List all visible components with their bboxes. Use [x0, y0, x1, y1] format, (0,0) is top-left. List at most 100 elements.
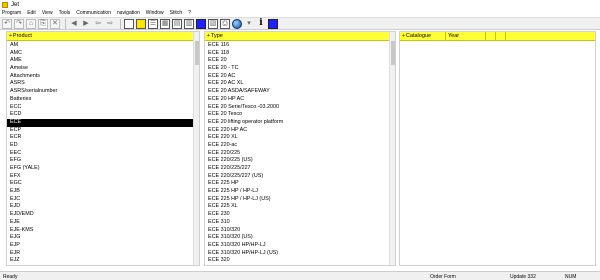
- product-list-item[interactable]: EJR: [7, 250, 199, 258]
- product-list-item[interactable]: EFX: [7, 173, 199, 181]
- type-list-item[interactable]: ECE 220-ac: [205, 142, 395, 150]
- type-list-item[interactable]: ECE 310/320 HP/HP-LJ (US): [205, 250, 395, 258]
- open-icon[interactable]: ⎘: [38, 18, 48, 29]
- type-list-item[interactable]: ECE 116: [205, 42, 395, 50]
- product-list-item[interactable]: EJB: [7, 188, 199, 196]
- blue-square-icon[interactable]: [196, 18, 206, 29]
- type-list-item[interactable]: ECE 220/225/227 (US): [205, 173, 395, 181]
- nav-left-icon[interactable]: ◀: [69, 19, 79, 29]
- type-list-item[interactable]: ECE 20 Serie/Tesco -03.2000: [205, 104, 395, 112]
- type-list-item[interactable]: ECE 225 HP / HP-LJ (US): [205, 196, 395, 204]
- type-list-item[interactable]: ECE 220/225: [205, 150, 395, 158]
- type-list-item[interactable]: ECE 220/225 (US): [205, 157, 395, 165]
- dropdown-arrow-icon[interactable]: ▾: [244, 19, 254, 29]
- type-list-item[interactable]: ECE 310: [205, 219, 395, 227]
- catalogue-header[interactable]: + Catalogue Year: [400, 32, 595, 41]
- type-list-item[interactable]: ECE 320: [205, 257, 395, 265]
- yellow-square-icon[interactable]: [136, 18, 146, 29]
- type-list-item[interactable]: ECE 20 - TC: [205, 65, 395, 73]
- product-list-item[interactable]: Attachments: [7, 73, 199, 81]
- menu-view[interactable]: View: [42, 10, 53, 16]
- type-list-item[interactable]: ECE 230: [205, 211, 395, 219]
- type-list-item[interactable]: ECE 220 XL: [205, 134, 395, 142]
- year-column-header[interactable]: Year: [446, 32, 486, 41]
- type-list-item[interactable]: ECE 20 AC: [205, 73, 395, 81]
- product-list-item[interactable]: EJZ: [7, 257, 199, 265]
- type-list-item[interactable]: ECE 225 XL: [205, 203, 395, 211]
- product-list-item[interactable]: EJD/EMD: [7, 211, 199, 219]
- type-list-item[interactable]: ECE 20 AC XL: [205, 80, 395, 88]
- product-list-item[interactable]: ED: [7, 142, 199, 150]
- type-list-item[interactable]: ECE 220 HP AC: [205, 127, 395, 135]
- type-list-item[interactable]: ECE 310/320 (US): [205, 234, 395, 242]
- product-list-item[interactable]: EFG: [7, 157, 199, 165]
- info-icon[interactable]: i: [256, 19, 266, 29]
- product-list-item[interactable]: EGC: [7, 180, 199, 188]
- product-list-item[interactable]: ECP: [7, 127, 199, 135]
- type-list-item[interactable]: ECE 20 lifting operator platform: [205, 119, 395, 127]
- type-list-item[interactable]: ECE 118: [205, 50, 395, 58]
- extra-column-header[interactable]: [496, 32, 506, 41]
- type-list-item[interactable]: ECE 310/320: [205, 227, 395, 235]
- product-list-item[interactable]: EJE-KMS: [7, 227, 199, 235]
- menu-program[interactable]: Program: [2, 10, 21, 16]
- product-list-item[interactable]: EJD: [7, 203, 199, 211]
- nav-right-icon[interactable]: ▶: [81, 19, 91, 29]
- product-list-item[interactable]: EJC: [7, 196, 199, 204]
- catalogue-column-header[interactable]: + Catalogue: [400, 32, 446, 41]
- table-view-icon[interactable]: ▥: [184, 18, 194, 29]
- back-icon[interactable]: ↶: [2, 18, 12, 29]
- type-list-item[interactable]: ECE 20: [205, 57, 395, 65]
- menu-tools[interactable]: Tools: [59, 10, 71, 16]
- menu-help[interactable]: ?: [188, 10, 191, 16]
- product-column-header[interactable]: + Product: [7, 32, 195, 41]
- product-list-item[interactable]: Ameise: [7, 65, 199, 73]
- scroll-thumb[interactable]: [391, 41, 395, 65]
- product-list-item[interactable]: ECD: [7, 111, 199, 119]
- home-icon[interactable]: ⌂: [26, 18, 36, 29]
- product-list-item[interactable]: EJP: [7, 242, 199, 250]
- scroll-thumb[interactable]: [195, 41, 199, 65]
- blue-square-icon-2[interactable]: [268, 18, 278, 29]
- product-list-item[interactable]: ASRS: [7, 80, 199, 88]
- menu-stitch[interactable]: Stitch: [170, 10, 183, 16]
- nav-prev-icon[interactable]: ⇦: [93, 19, 103, 29]
- product-list-item[interactable]: AME: [7, 57, 199, 65]
- list-view-icon[interactable]: ☰: [148, 18, 158, 29]
- product-list-item[interactable]: EJG: [7, 234, 199, 242]
- type-list-item[interactable]: ECE 225 HP: [205, 180, 395, 188]
- close-icon[interactable]: ✕: [50, 18, 60, 29]
- extra-column-header[interactable]: [486, 32, 496, 41]
- forward-icon[interactable]: ↷: [14, 18, 24, 29]
- type-list-item[interactable]: ECE 310/320 HP/HP-LJ: [205, 242, 395, 250]
- product-list-item[interactable]: EFG (YALE): [7, 165, 199, 173]
- product-list-item[interactable]: AMC: [7, 50, 199, 58]
- product-list-item[interactable]: Batteries: [7, 96, 199, 104]
- type-list-item[interactable]: ECE 220/225/227: [205, 165, 395, 173]
- globe-icon[interactable]: [232, 18, 242, 29]
- type-column-header[interactable]: + Type: [205, 32, 391, 41]
- detail-view-icon[interactable]: ▤: [172, 18, 182, 29]
- type-scrollbar[interactable]: [389, 32, 395, 265]
- product-list-item[interactable]: EKS: [7, 265, 199, 266]
- nav-next-icon[interactable]: ⇨: [105, 19, 115, 29]
- type-list-item[interactable]: ECE 20 Tesco: [205, 111, 395, 119]
- product-list-item[interactable]: EEC: [7, 150, 199, 158]
- print-icon[interactable]: ⎙: [220, 18, 230, 29]
- product-list-item[interactable]: ASRS/serialnumber: [7, 88, 199, 96]
- product-list-item[interactable]: ECC: [7, 104, 199, 112]
- menu-edit[interactable]: Edit: [27, 10, 36, 16]
- menu-communication[interactable]: Communication: [76, 10, 111, 16]
- product-list-item[interactable]: EJE: [7, 219, 199, 227]
- type-header[interactable]: + Type: [205, 32, 395, 41]
- product-list-item[interactable]: ECR: [7, 134, 199, 142]
- menu-window[interactable]: Window: [146, 10, 164, 16]
- product-list-item[interactable]: AM: [7, 42, 199, 50]
- type-list-item[interactable]: ECE 225 HP / HP-LJ: [205, 188, 395, 196]
- type-list-item[interactable]: ECE 20 HP AC: [205, 96, 395, 104]
- product-scrollbar[interactable]: [193, 32, 199, 265]
- product-header[interactable]: + Product: [7, 32, 199, 41]
- type-list-item[interactable]: ECE 20 ASDA/SAFEWAY: [205, 88, 395, 96]
- grid-view-icon[interactable]: ▦: [160, 18, 170, 29]
- document-icon[interactable]: [124, 18, 134, 29]
